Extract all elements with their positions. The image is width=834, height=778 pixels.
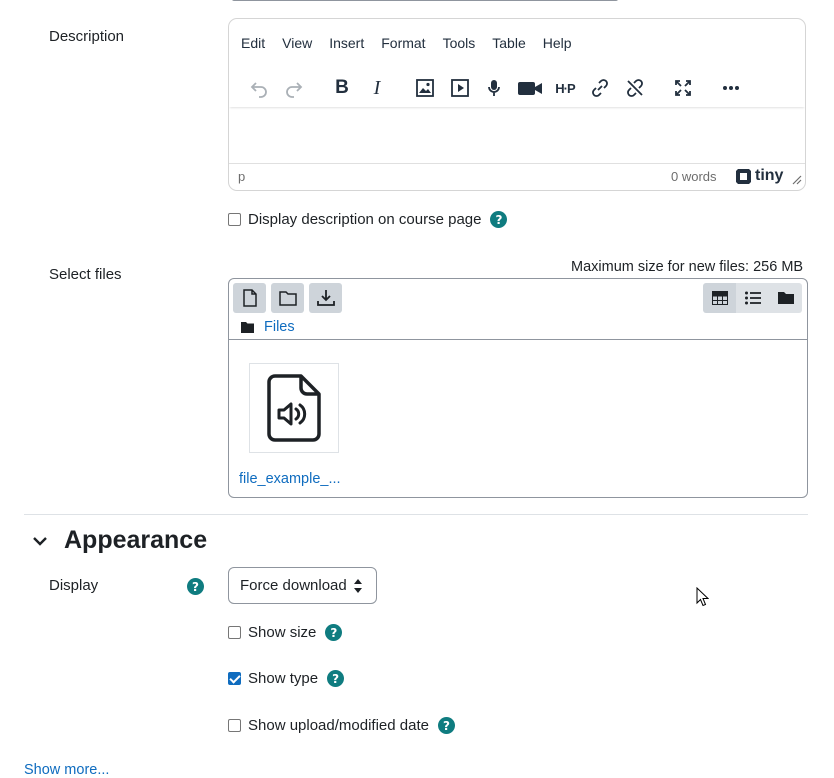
record-audio-icon[interactable]: [480, 74, 508, 102]
list-icon: [744, 291, 761, 305]
select-files-label: Select files: [49, 266, 122, 283]
image-icon[interactable]: [411, 74, 439, 102]
editor-content-area[interactable]: [229, 109, 805, 165]
display-description-label[interactable]: Display description on course page: [248, 211, 481, 228]
record-video-icon[interactable]: [516, 74, 544, 102]
folder-icon: [278, 291, 297, 306]
description-editor[interactable]: Edit View Insert Format Tools Table Help…: [228, 18, 806, 191]
file-icon: [242, 289, 257, 307]
help-icon[interactable]: ?: [187, 578, 204, 595]
show-type-label[interactable]: Show type: [248, 670, 318, 687]
help-icon[interactable]: ?: [325, 624, 343, 641]
tiny-logo-icon: [736, 168, 751, 184]
menu-insert[interactable]: Insert: [329, 35, 364, 51]
view-tree-button[interactable]: [769, 283, 802, 313]
file-tile[interactable]: [249, 363, 339, 453]
menu-format[interactable]: Format: [381, 35, 425, 51]
display-description-row: Display description on course page ?: [228, 211, 508, 228]
menu-table[interactable]: Table: [492, 35, 525, 51]
mouse-cursor-icon: [696, 587, 709, 607]
show-date-row: Show upload/modified date ?: [228, 717, 455, 734]
show-date-checkbox[interactable]: [228, 719, 241, 732]
create-folder-button[interactable]: [271, 283, 304, 313]
folder-tree-icon: [777, 292, 794, 304]
show-size-label[interactable]: Show size: [248, 624, 316, 641]
tiny-logo[interactable]: tiny: [735, 167, 783, 185]
bold-icon[interactable]: B: [328, 74, 356, 102]
italic-icon[interactable]: I: [363, 74, 391, 102]
fullscreen-icon[interactable]: [669, 74, 697, 102]
max-size-text: Maximum size for new files: 256 MB: [571, 259, 804, 275]
breadcrumb-files[interactable]: Files: [264, 319, 295, 335]
help-icon[interactable]: ?: [437, 717, 455, 734]
more-icon[interactable]: [717, 74, 745, 102]
undo-icon[interactable]: [245, 74, 273, 102]
h5p-icon[interactable]: H·P: [551, 74, 579, 102]
help-icon[interactable]: ?: [327, 670, 345, 687]
editor-menubar: Edit View Insert Format Tools Table Help: [241, 35, 589, 51]
view-icons-button[interactable]: [703, 283, 736, 313]
folder-icon: [241, 321, 254, 333]
menu-view[interactable]: View: [282, 35, 312, 51]
display-label: Display: [49, 577, 99, 594]
breadcrumb: Files: [241, 319, 295, 335]
editor-toolbar: B I H·P: [229, 69, 805, 107]
show-type-row: Show type ?: [228, 670, 345, 687]
menu-tools[interactable]: Tools: [443, 35, 476, 51]
download-all-button[interactable]: [309, 283, 342, 313]
link-icon[interactable]: [586, 74, 614, 102]
show-type-checkbox[interactable]: [228, 672, 241, 685]
redo-icon[interactable]: [280, 74, 308, 102]
appearance-heading: Appearance: [64, 526, 208, 554]
help-icon[interactable]: ?: [490, 211, 508, 228]
file-manager: Files file_example_...: [228, 278, 808, 498]
description-label: Description: [49, 28, 125, 45]
add-file-button[interactable]: [233, 283, 266, 313]
file-name-link[interactable]: file_example_...: [239, 471, 341, 487]
menu-edit[interactable]: Edit: [241, 35, 265, 51]
grid-icon: [711, 291, 728, 305]
file-area-divider: [229, 339, 807, 340]
appearance-section-header[interactable]: Appearance: [30, 526, 207, 555]
show-more-link[interactable]: Show more...: [24, 762, 109, 778]
download-icon: [316, 290, 335, 306]
previous-field-edge: [232, 0, 618, 1]
select-arrow-icon: [354, 579, 362, 593]
view-list-button[interactable]: [736, 283, 769, 313]
word-count[interactable]: 0 words: [671, 169, 717, 184]
media-icon[interactable]: [446, 74, 474, 102]
menu-help[interactable]: Help: [543, 35, 572, 51]
show-size-row: Show size ?: [228, 624, 343, 641]
element-path[interactable]: p: [238, 169, 245, 184]
editor-statusbar: p 0 words tiny: [229, 163, 805, 190]
audio-file-icon: [267, 374, 321, 442]
unlink-icon[interactable]: [621, 74, 649, 102]
chevron-down-icon[interactable]: [30, 531, 50, 551]
section-divider: [24, 514, 808, 515]
show-date-label[interactable]: Show upload/modified date: [248, 717, 429, 734]
show-size-checkbox[interactable]: [228, 626, 241, 639]
display-description-checkbox[interactable]: [228, 213, 241, 226]
resize-handle-icon[interactable]: [792, 173, 802, 188]
